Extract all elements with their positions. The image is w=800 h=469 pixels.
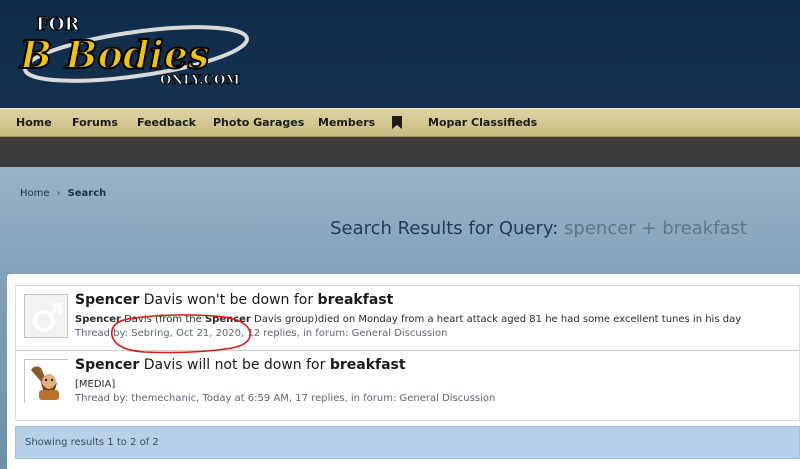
result-meta: Thread by: themechanic, Today at 6:59 AM… (75, 393, 495, 404)
nav-forums[interactable]: Forums (72, 109, 118, 137)
result-meta: Thread by: Sebring, Oct 21, 2020, 12 rep… (75, 328, 447, 339)
results-footer: Showing results 1 to 2 of 2 (15, 426, 800, 459)
avatar[interactable] (24, 294, 68, 338)
title-highlight: Spencer (75, 357, 140, 373)
logo-text-bbodies: B Bodies (19, 32, 209, 77)
nav-mopar-classifieds[interactable]: Mopar Classifieds (428, 109, 537, 137)
author-link[interactable]: Sebring (131, 328, 169, 339)
breadcrumb: Home › Search (20, 188, 106, 199)
meta-prefix: Thread by: (75, 328, 132, 339)
title-highlight: Spencer (75, 292, 140, 308)
forum-link[interactable]: General Discussion (400, 393, 496, 404)
site-header: FOR B Bodies ONLY.COM (0, 0, 800, 108)
snippet-text: Davis group)died on Monday from a heart … (250, 314, 742, 325)
result-snippet: [MEDIA] (75, 379, 116, 390)
page-title: Search Results for Query: spencer + brea… (330, 218, 747, 239)
male-symbol-icon (33, 303, 62, 332)
nav-members[interactable]: Members (318, 109, 375, 137)
snippet-highlight: Spencer (75, 314, 121, 325)
result-item: Spencer Davis won't be down for breakfas… (15, 285, 800, 351)
breadcrumb-home[interactable]: Home (20, 188, 50, 199)
result-snippet: Spencer Davis (from the Spencer Davis gr… (75, 314, 741, 325)
author-link[interactable]: themechanic (131, 393, 196, 404)
nav-feedback[interactable]: Feedback (137, 109, 196, 137)
page-title-query: spencer + breakfast (564, 218, 747, 239)
sub-nav-bar (0, 137, 800, 167)
title-text: Davis will not be down for (139, 357, 330, 373)
nav-home[interactable]: Home (16, 109, 52, 137)
site-logo[interactable]: FOR B Bodies ONLY.COM (6, 6, 250, 92)
result-title[interactable]: Spencer Davis won't be down for breakfas… (75, 292, 393, 308)
avatar[interactable] (24, 359, 69, 404)
search-results: Spencer Davis won't be down for breakfas… (7, 274, 800, 469)
caveman-avatar-icon (25, 360, 69, 404)
result-title[interactable]: Spencer Davis will not be down for break… (75, 357, 406, 373)
meta-details: , Today at 6:59 AM, 17 replies, in forum… (196, 393, 400, 404)
result-item: Spencer Davis will not be down for break… (15, 351, 800, 421)
bookmark-icon[interactable] (392, 116, 402, 129)
logo-text-only: ONLY.COM (160, 73, 240, 88)
nav-photo-garages[interactable]: Photo Garages (213, 109, 304, 137)
title-highlight: breakfast (329, 357, 406, 373)
snippet-text: Davis (from the (120, 314, 205, 325)
meta-details: , Oct 21, 2020, 12 replies, in forum: (169, 328, 352, 339)
snippet-highlight: Spencer (204, 314, 251, 325)
breadcrumb-separator: › (56, 188, 61, 199)
meta-prefix: Thread by: (75, 393, 132, 404)
forum-link[interactable]: General Discussion (352, 328, 448, 339)
title-text: Davis won't be down for (139, 292, 318, 308)
title-highlight: breakfast (317, 292, 394, 308)
breadcrumb-current[interactable]: Search (68, 188, 107, 199)
results-count: Showing results 1 to 2 of 2 (25, 437, 159, 448)
page-title-prefix: Search Results for Query: (330, 218, 559, 239)
main-nav: Home Forums Feedback Photo Garages Membe… (0, 108, 800, 137)
